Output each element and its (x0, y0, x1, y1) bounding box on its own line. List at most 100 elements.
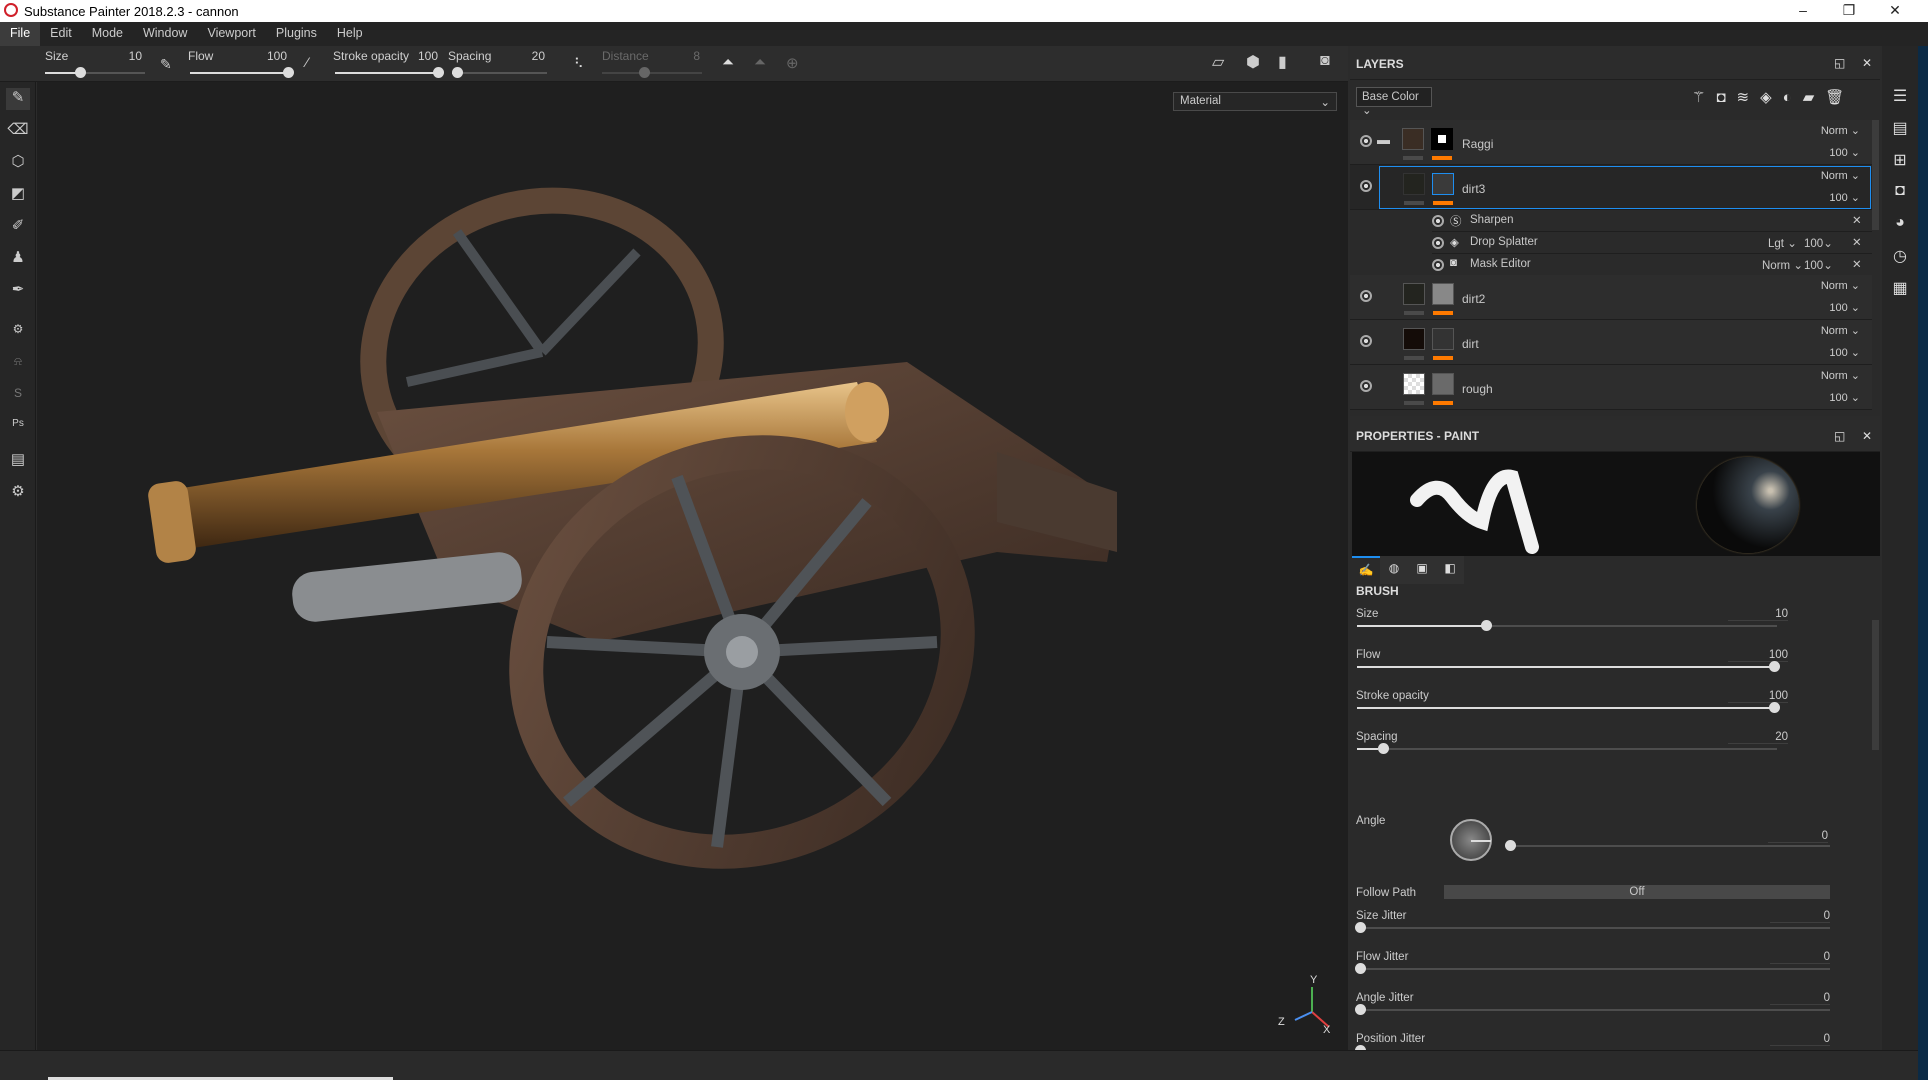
flow-value[interactable]: 100 (245, 49, 287, 63)
blend-mode-select[interactable]: Norm ⌄ (1821, 124, 1860, 137)
viewport-channel-select[interactable]: Material ⌄ (1173, 92, 1337, 111)
settings-icon[interactable]: ⚙ (6, 482, 30, 504)
menu-help[interactable]: Help (327, 22, 373, 46)
effect-row[interactable]: Ⓢ Sharpen ✕ (1432, 210, 1872, 232)
spacing-slider[interactable] (452, 67, 547, 78)
opacity-select[interactable]: 100 ⌄ (1829, 346, 1860, 359)
float-panel-icon[interactable]: ◱ (1834, 429, 1845, 443)
brush-slider-value[interactable]: 10 (1728, 608, 1788, 621)
add-fill-layer-icon[interactable]: ◈ (1760, 89, 1783, 106)
layer-row[interactable]: dirt Norm ⌄ 100 ⌄ (1350, 320, 1872, 365)
close-panel-icon[interactable]: ✕ (1862, 56, 1872, 70)
visibility-icon[interactable] (1360, 335, 1372, 347)
layer-name[interactable]: rough (1462, 382, 1493, 396)
angle-dial[interactable] (1450, 819, 1492, 861)
effect-blend-select[interactable]: Norm ⌄ (1762, 258, 1803, 272)
effect-row[interactable]: ◙ Mask Editor Norm ⌄ 100⌄ ✕ (1432, 254, 1872, 276)
menu-viewport[interactable]: Viewport (197, 22, 265, 46)
tab-brush-icon[interactable]: ✍ (1352, 556, 1380, 584)
angle-slider[interactable] (1505, 840, 1830, 851)
spacing-value[interactable]: 20 (505, 49, 545, 63)
minimize-button[interactable]: – (1788, 2, 1818, 18)
layer-name[interactable]: dirt3 (1462, 182, 1485, 196)
viewport-frame-icon[interactable]: ▱ (1212, 52, 1224, 72)
jitter-slider[interactable] (1355, 963, 1830, 974)
slider-knob[interactable] (1355, 1004, 1366, 1015)
jitter-slider[interactable] (1355, 1004, 1830, 1015)
visibility-icon[interactable] (1360, 290, 1372, 302)
history-icon[interactable]: ◷ (1890, 246, 1910, 266)
blend-mode-select[interactable]: Norm ⌄ (1821, 369, 1860, 382)
add-folder-icon[interactable]: ▰ (1803, 89, 1826, 106)
photoshop-icon[interactable]: Ps (6, 418, 30, 440)
opacity-select[interactable]: 100 ⌄ (1829, 301, 1860, 314)
blend-mode-select[interactable]: Norm ⌄ (1821, 279, 1860, 292)
eraser-icon[interactable]: ⌫ (6, 120, 30, 142)
slider-knob[interactable] (1377, 743, 1389, 754)
properties-scrollbar[interactable] (1872, 620, 1879, 750)
menu-mode[interactable]: Mode (82, 22, 133, 46)
brush-slider-value[interactable]: 20 (1728, 731, 1788, 744)
substance-icon[interactable]: S (6, 386, 30, 408)
symmetry-options-icon[interactable]: ⏶ (754, 54, 766, 71)
smudge-icon[interactable]: ✐ (6, 216, 30, 238)
visibility-icon[interactable] (1432, 237, 1444, 249)
layers-dock-icon[interactable]: ☰ (1890, 86, 1910, 106)
brush-slider-value[interactable]: 100 (1728, 649, 1788, 662)
video-camera-icon[interactable]: ▮ (1278, 52, 1287, 72)
slider-knob[interactable] (1480, 620, 1492, 631)
opacity-select[interactable]: 100 ⌄ (1829, 391, 1860, 404)
jitter-slider[interactable] (1355, 922, 1830, 933)
shader-settings-icon[interactable]: ◕ (1890, 214, 1910, 234)
texture-set-list-icon[interactable]: ⊞ (1890, 150, 1910, 170)
remove-effect-icon[interactable]: ✕ (1852, 235, 1862, 249)
tab-material-icon[interactable]: ◧ (1436, 556, 1464, 584)
distance-value[interactable]: 8 (660, 49, 700, 63)
slider-knob[interactable] (1355, 922, 1366, 933)
texture-set-settings-icon[interactable]: ▤ (1890, 118, 1910, 138)
brush-slider[interactable] (1357, 702, 1780, 713)
layer-name[interactable]: dirt (1462, 337, 1479, 351)
stroke-opacity-slider[interactable] (335, 67, 444, 78)
color-picker-icon[interactable]: ✒ (6, 280, 30, 302)
visibility-icon[interactable] (1360, 380, 1372, 392)
size-slider[interactable] (45, 67, 145, 78)
polygon-fill-icon[interactable]: ◩ (6, 184, 30, 206)
layer-row[interactable]: dirt2 Norm ⌄ 100 ⌄ (1350, 275, 1872, 320)
remove-effect-icon[interactable]: ✕ (1852, 213, 1862, 227)
jitter-value[interactable]: 0 (1770, 951, 1830, 964)
close-button[interactable]: ✕ (1880, 2, 1910, 19)
maximize-button[interactable]: ❐ (1834, 2, 1864, 19)
layer-name[interactable]: Raggi (1462, 137, 1493, 151)
remove-effect-icon[interactable]: ✕ (1852, 257, 1862, 271)
effect-opacity-select[interactable]: 100⌄ (1804, 258, 1833, 272)
layers-scrollbar[interactable] (1872, 120, 1879, 230)
menu-window[interactable]: Window (133, 22, 197, 46)
brush-slider-value[interactable]: 100 (1728, 690, 1788, 703)
slider-knob[interactable] (1769, 661, 1780, 672)
jitter-value[interactable]: 0 (1770, 992, 1830, 1005)
projection-icon[interactable]: ⊕ (786, 54, 799, 72)
close-panel-icon[interactable]: ✕ (1862, 429, 1872, 443)
stroke-opacity-value[interactable]: 100 (400, 49, 438, 63)
lazy-mouse-icon[interactable]: ⠣ (574, 56, 584, 72)
pen-stroke-icon[interactable]: ⁄ (306, 54, 308, 70)
add-layer-icon[interactable]: ≋ (1737, 89, 1761, 106)
opacity-select[interactable]: 100 ⌄ (1829, 191, 1860, 204)
visibility-icon[interactable] (1360, 180, 1372, 192)
bake-icon[interactable]: ⚙ (6, 322, 30, 344)
visibility-icon[interactable] (1360, 135, 1372, 147)
menu-plugins[interactable]: Plugins (266, 22, 327, 46)
menu-file[interactable]: File (0, 22, 41, 46)
effect-row[interactable]: ◈ Drop Splatter Lgt ⌄ 100⌄ ✕ (1432, 232, 1872, 254)
symmetry-icon[interactable]: ⏶ (722, 54, 734, 71)
display-settings-icon[interactable]: ◘ (1890, 182, 1910, 202)
add-mask-icon[interactable]: ◘ (1716, 89, 1736, 106)
clone-stamp-icon[interactable]: ♟ (6, 248, 30, 270)
screenshot-camera-icon[interactable]: ◙ (1320, 52, 1330, 70)
size-value[interactable]: 10 (100, 49, 142, 63)
paint-brush-icon[interactable]: ✎ (6, 88, 30, 110)
slider-knob[interactable] (1769, 702, 1780, 713)
blend-mode-select[interactable]: Norm ⌄ (1821, 324, 1860, 337)
follow-path-toggle[interactable]: Off (1444, 885, 1830, 899)
